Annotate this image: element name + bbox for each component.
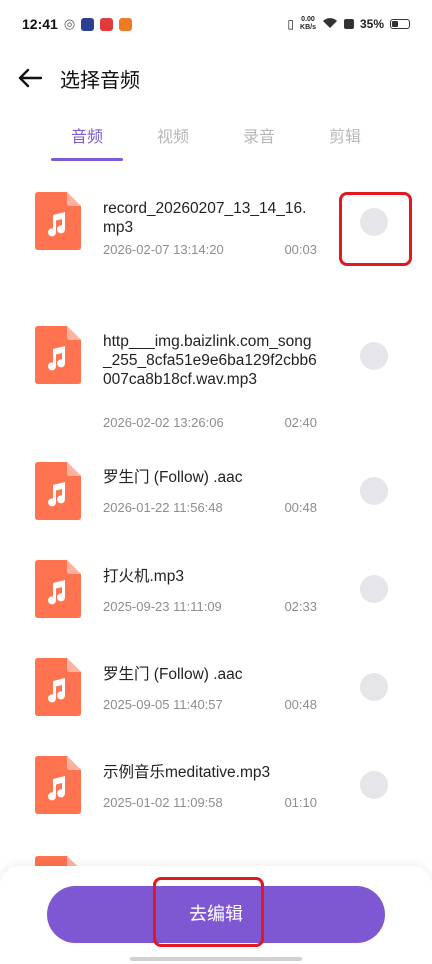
tab-bar: 音频 视频 录音 剪辑	[0, 114, 432, 164]
select-radio[interactable]	[360, 342, 388, 370]
list-item[interactable]: http___img.baizlink.com_song_255_8cfa51e…	[0, 326, 432, 446]
tab-clip[interactable]: 剪辑	[302, 114, 388, 160]
edit-button[interactable]: 去编辑	[47, 886, 385, 943]
select-radio[interactable]	[360, 575, 388, 603]
active-tab-indicator	[51, 158, 123, 161]
select-radio[interactable]	[360, 477, 388, 505]
select-radio[interactable]	[360, 771, 388, 799]
battery-percent: 35%	[359, 17, 384, 31]
file-date: 2026-01-22 11:56:48	[103, 500, 223, 515]
list-item[interactable]: 罗生门 (Follow) .aac 2025-09-05 11:40:57 00…	[0, 658, 432, 748]
audio-file-icon	[35, 192, 81, 250]
tab-recording[interactable]: 录音	[216, 114, 302, 160]
battery-icon	[390, 19, 410, 29]
notification-app-icon	[119, 17, 133, 31]
audio-file-icon	[35, 658, 81, 716]
file-date: 2025-09-05 11:40:57	[103, 697, 223, 712]
file-name: 打火机.mp3	[103, 568, 184, 585]
status-left: 12:41 ◎	[22, 16, 133, 32]
file-name: 罗生门 (Follow) .aac	[103, 469, 243, 486]
vibrate-icon: ▯	[287, 17, 295, 31]
file-date: 2026-02-07 13:14:20	[103, 242, 224, 257]
tab-audio[interactable]: 音频	[44, 114, 130, 160]
net-speed-unit: KB/s	[300, 24, 316, 31]
audio-file-icon	[35, 462, 81, 520]
audio-file-icon	[35, 756, 81, 814]
notification-app-icon	[100, 17, 114, 31]
select-radio[interactable]	[360, 208, 388, 236]
file-duration: 00:48	[284, 697, 317, 712]
file-date: 2025-09-23 11:11:09	[103, 599, 222, 614]
file-duration: 02:33	[284, 599, 317, 614]
file-duration: 02:40	[284, 415, 317, 430]
list-item[interactable]: record_20260207_13_14_16.mp3 2026-02-07 …	[0, 176, 432, 296]
audio-file-icon	[35, 326, 81, 384]
select-radio[interactable]	[360, 673, 388, 701]
header: 选择音频	[0, 54, 432, 102]
page-title: 选择音频	[60, 67, 140, 92]
status-time: 12:41	[22, 16, 58, 32]
file-name: record_20260207_13_14_16.mp3	[103, 200, 307, 236]
list-item[interactable]: 示例音乐meditative.mp3 2025-01-02 11:09:58 0…	[0, 756, 432, 846]
file-duration: 00:48	[284, 500, 317, 515]
file-name: 示例音乐meditative.mp3	[103, 764, 271, 781]
wifi-icon	[322, 17, 338, 32]
back-button[interactable]	[0, 54, 60, 102]
file-date: 2026-02-02 13:26:06	[103, 415, 224, 430]
audio-file-icon	[35, 560, 81, 618]
list-item[interactable]: 打火机.mp3 2025-09-23 11:11:09 02:33	[0, 560, 432, 650]
file-name: http___img.baizlink.com_song_255_8cfa51e…	[103, 333, 317, 388]
file-name: 罗生门 (Follow) .aac	[103, 666, 243, 683]
notification-app-icon: ◎	[63, 16, 76, 32]
net-speed: 0.00 KB/s	[300, 16, 316, 32]
tab-video[interactable]: 视频	[130, 114, 216, 160]
data-icon	[343, 19, 354, 29]
file-duration: 01:10	[284, 795, 317, 810]
battery-fill	[392, 21, 399, 27]
file-duration: 00:03	[284, 242, 317, 257]
home-indicator	[130, 957, 302, 961]
back-arrow-icon	[18, 68, 43, 88]
notification-app-icon	[81, 17, 95, 31]
status-bar: 12:41 ◎ ▯ 0.00 KB/s 35%	[0, 0, 432, 48]
list-item[interactable]: 罗生门 (Follow) .aac 2026-01-22 11:56:48 00…	[0, 462, 432, 552]
file-date: 2025-01-02 11:09:58	[103, 795, 223, 810]
net-speed-value: 0.00	[301, 16, 315, 23]
status-right: ▯ 0.00 KB/s 35%	[287, 16, 410, 32]
